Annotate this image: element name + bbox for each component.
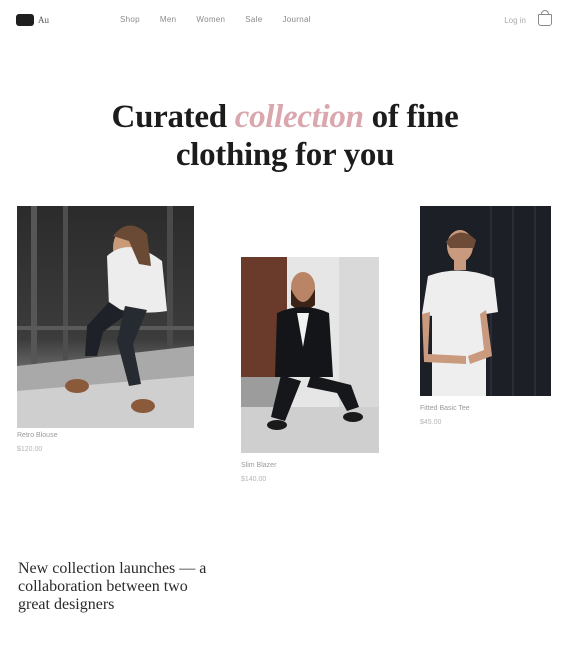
- product-price: $140.00: [241, 476, 267, 483]
- product-image-man-in-suit[interactable]: [241, 257, 379, 453]
- shopping-bag-icon[interactable]: [538, 10, 552, 26]
- site-header: Au Shop Men Women Sale Journal Log in: [0, 0, 570, 42]
- login-link[interactable]: Log in: [504, 16, 526, 25]
- product-card[interactable]: Fitted Basic Tee $45.00: [420, 206, 551, 426]
- hero-line1-before: Curated: [111, 99, 235, 135]
- header-actions: Log in: [504, 10, 552, 26]
- product-image-man-in-tee[interactable]: [420, 206, 551, 396]
- main-nav: Shop Men Women Sale Journal: [120, 15, 311, 24]
- site-logo[interactable]: Au: [16, 14, 49, 26]
- product-card[interactable]: Slim Blazer $140.00: [241, 257, 379, 487]
- hero-line1-accent: collection: [234, 99, 364, 135]
- product-image-woman-sitting[interactable]: [17, 206, 194, 428]
- hero-line1-after: of fine: [363, 99, 459, 135]
- nav-item-shop[interactable]: Shop: [120, 15, 140, 24]
- product-name[interactable]: Slim Blazer: [241, 462, 276, 469]
- nav-item-sale[interactable]: Sale: [245, 15, 262, 24]
- hero-line2: clothing for you: [175, 137, 395, 173]
- logo-text: Au: [38, 15, 49, 25]
- nav-item-women[interactable]: Women: [196, 15, 225, 24]
- logo-mark-icon: [16, 14, 34, 26]
- product-name[interactable]: Retro Blouse: [17, 432, 57, 439]
- product-price: $45.00: [420, 419, 442, 426]
- hero-heading: Curated collection of fine clothing for …: [0, 98, 570, 174]
- product-card[interactable]: Retro Blouse $120.00: [17, 206, 194, 456]
- nav-item-men[interactable]: Men: [160, 15, 176, 24]
- product-price: $120.00: [17, 446, 43, 453]
- nav-item-journal[interactable]: Journal: [283, 15, 311, 24]
- promo-text: New collection launches — a collaboratio…: [18, 560, 207, 613]
- product-name[interactable]: Fitted Basic Tee: [420, 405, 470, 412]
